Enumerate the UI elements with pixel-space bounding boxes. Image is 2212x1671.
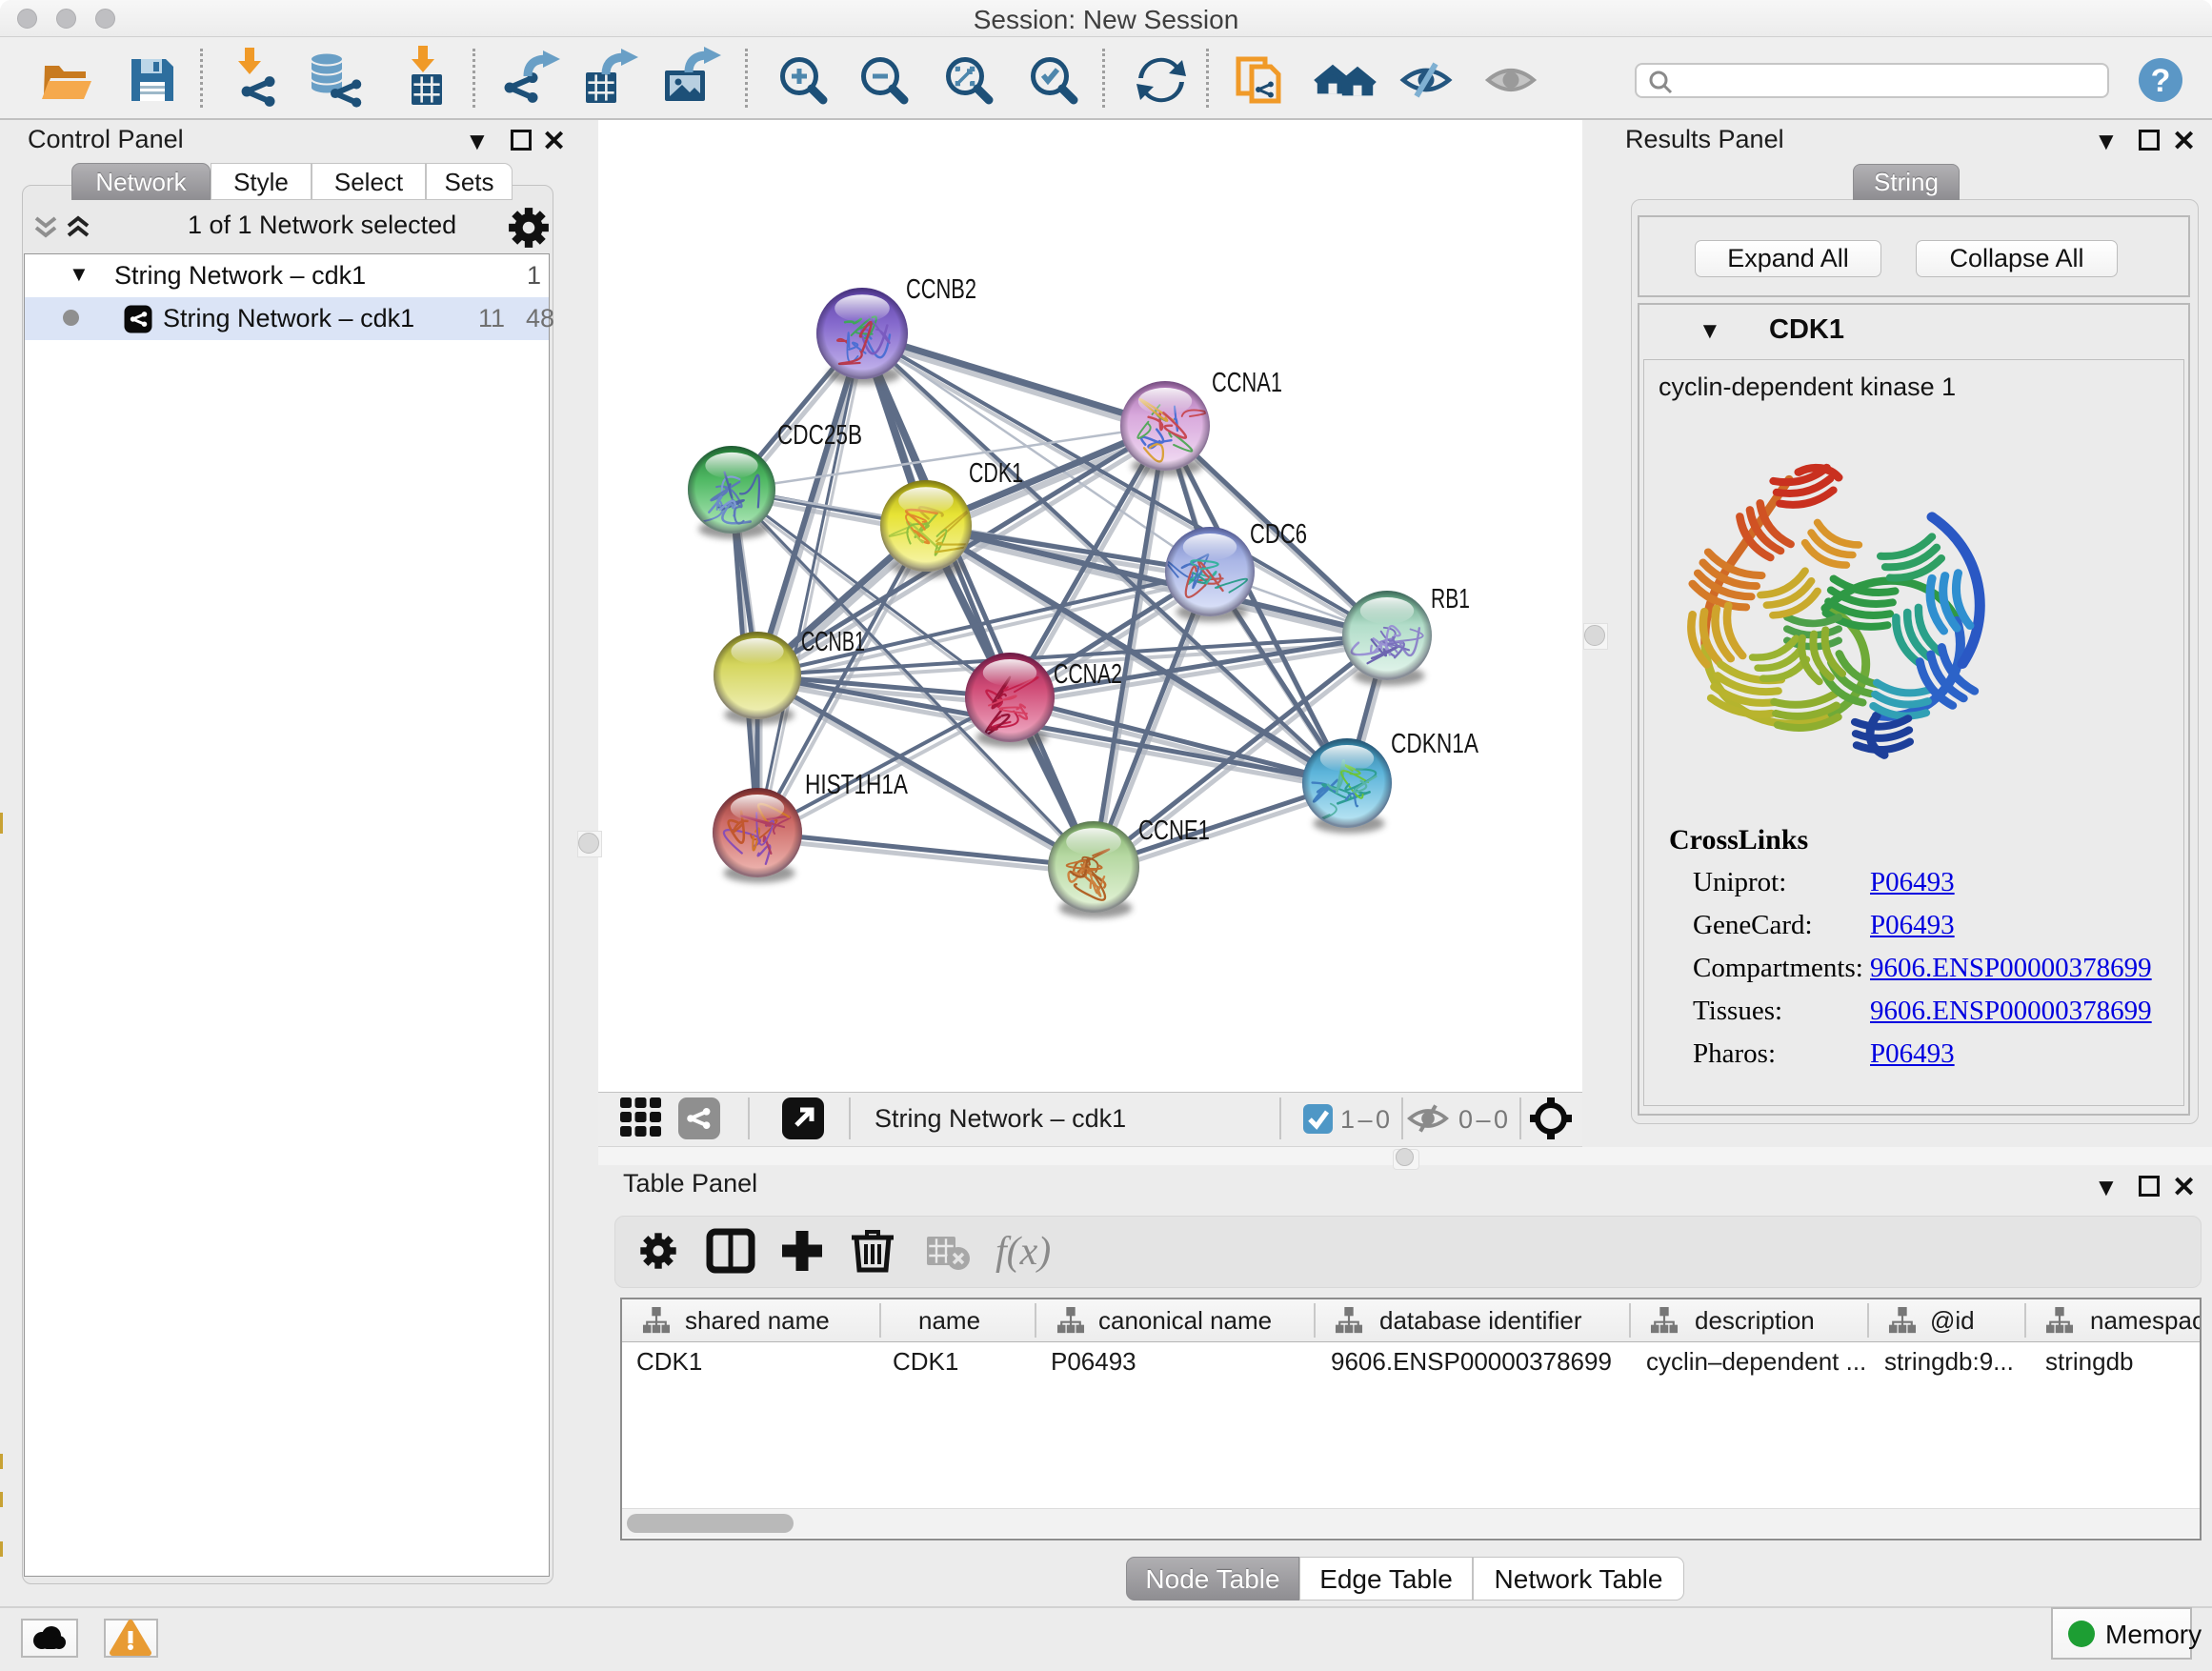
svg-text:0 – 0: 0 – 0 (1458, 1105, 1508, 1134)
svg-text:Memory: Memory (2105, 1620, 2202, 1649)
svg-text:CCNA1: CCNA1 (1212, 368, 1282, 398)
svg-text:CCNE1: CCNE1 (1138, 815, 1210, 846)
svg-text:CDC6: CDC6 (1250, 519, 1307, 550)
svg-text:name: name (918, 1306, 980, 1335)
svg-text:RB1: RB1 (1431, 584, 1470, 614)
svg-text:String Network – cdk1: String Network – cdk1 (875, 1104, 1126, 1133)
svg-text:shared name: shared name (685, 1306, 830, 1335)
svg-text:CDC25B: CDC25B (777, 420, 862, 451)
svg-text:namespace: namespace (2090, 1306, 2200, 1335)
svg-text:CCNA2: CCNA2 (1054, 659, 1122, 690)
svg-text:database identifier: database identifier (1379, 1306, 1582, 1335)
svg-text:canonical name: canonical name (1098, 1306, 1272, 1335)
svg-text:description: description (1695, 1306, 1815, 1335)
svg-text:CDK1: CDK1 (969, 458, 1023, 489)
svg-text:1 – 0: 1 – 0 (1340, 1105, 1390, 1134)
svg-text:CCNB1: CCNB1 (801, 627, 865, 657)
svg-text:@id: @id (1930, 1306, 1975, 1335)
svg-text:f(x): f(x) (995, 1230, 1051, 1274)
svg-text:HIST1H1A: HIST1H1A (805, 770, 909, 800)
svg-text:CDKN1A: CDKN1A (1391, 729, 1479, 759)
svg-text:CCNB2: CCNB2 (906, 274, 976, 305)
svg-text:?: ? (2151, 63, 2171, 99)
